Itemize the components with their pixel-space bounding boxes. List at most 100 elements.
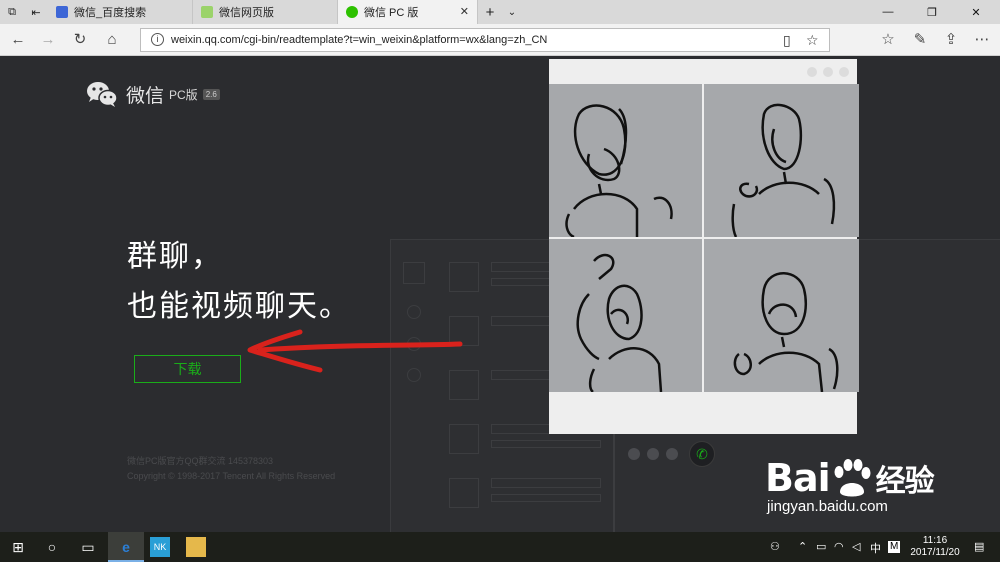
mannequin-sketch	[731, 103, 836, 238]
back-arrow-icon[interactable]: ←	[8, 30, 28, 50]
tab-baidu-search[interactable]: 微信_百度搜索	[48, 0, 193, 24]
address-toolbar: ← → ↻ ⌂ i weixin.qq.com/cgi-bin/readtemp…	[0, 24, 1000, 56]
tab-wechat-pc[interactable]: 微信 PC 版 ✕	[338, 0, 478, 24]
window-dot[interactable]	[839, 67, 849, 77]
headline: 群聊， 也能视频聊天。	[127, 232, 351, 332]
phone-icon[interactable]: ✆	[689, 441, 715, 467]
ime-language-indicator[interactable]: 中	[870, 540, 881, 556]
tab-bar: ⧉ ⇤ 微信_百度搜索 微信网页版 微信 PC 版 ✕ + ⌄	[0, 0, 1000, 24]
headline-line-1: 群聊，	[127, 240, 223, 273]
web-note-icon[interactable]: ✎	[910, 30, 930, 50]
url-text: weixin.qq.com/cgi-bin/readtemplate?t=win…	[171, 34, 548, 46]
video-grid	[549, 84, 859, 393]
mockup-list-avatar	[449, 262, 479, 292]
call-control-dot[interactable]	[647, 448, 659, 460]
call-control-dot[interactable]	[628, 448, 640, 460]
mockup-list-line	[491, 440, 601, 448]
download-button[interactable]: 下载	[134, 355, 241, 383]
reading-view-icon[interactable]: ▯	[783, 32, 791, 49]
taskbar-clock[interactable]: 11:16 2017/11/20	[906, 535, 964, 559]
page-footer: 微信PC版官方QQ群交流 145378303 Copyright © 1998-…	[127, 454, 335, 484]
app-nk-icon[interactable]: NK	[150, 537, 170, 557]
mockup-list-avatar	[449, 478, 479, 508]
favorites-hub-icon[interactable]: ☆	[878, 30, 898, 50]
tab-title: 微信网页版	[219, 7, 274, 19]
mannequin-sketch	[733, 272, 839, 393]
tab-wechat-web[interactable]: 微信网页版	[193, 0, 338, 24]
task-view-icon[interactable]: ▭	[78, 537, 98, 557]
wechat-web-favicon-icon	[201, 6, 213, 18]
new-tab-button[interactable]: +	[478, 0, 502, 24]
clock-date: 2017/11/20	[910, 547, 960, 558]
mockup-list-line	[491, 316, 551, 326]
mannequin-sketch	[565, 104, 673, 239]
page-content: 微信 PC版 2.6 群聊， 也能视频聊天。 下载 微信PC版官方QQ群交流 1…	[0, 56, 1000, 532]
edge-icon: e	[122, 539, 130, 555]
mockup-list-line	[491, 424, 551, 434]
people-icon[interactable]: ⚇	[770, 540, 780, 553]
notifications-icon[interactable]: ▤	[974, 540, 984, 553]
paw-icon	[834, 459, 871, 497]
mockup-icon	[407, 305, 421, 319]
cortana-icon[interactable]: ○	[42, 537, 62, 557]
watermark-domain: jingyan.baidu.com	[767, 498, 888, 515]
mockup-list-line	[491, 494, 601, 502]
clock-time: 11:16	[922, 535, 948, 546]
mockup-list-line	[491, 262, 551, 272]
window-dot[interactable]	[807, 67, 817, 77]
window-dot[interactable]	[823, 67, 833, 77]
volume-icon[interactable]: ◁	[852, 540, 860, 553]
logo-name: 微信	[126, 85, 165, 107]
call-controls: ✆	[628, 441, 715, 467]
tab-list-chevron-down-icon[interactable]: ⌄	[502, 0, 522, 24]
mannequin-sketch	[576, 253, 663, 393]
more-menu-icon[interactable]: ⋯	[972, 30, 992, 50]
video-participant-tile	[549, 84, 702, 239]
address-input[interactable]: i weixin.qq.com/cgi-bin/readtemplate?t=w…	[140, 28, 830, 52]
maximize-icon[interactable]: ❐	[910, 6, 954, 19]
baidu-favicon-icon	[56, 6, 68, 18]
wechat-favicon-icon	[346, 6, 358, 18]
mockup-list-avatar	[449, 424, 479, 454]
forward-arrow-icon[interactable]: →	[38, 30, 58, 50]
video-call-window	[549, 59, 859, 434]
baidu-brand-text: Bai	[765, 456, 831, 500]
set-aside-tabs-icon[interactable]: ⇤	[24, 0, 48, 24]
tab-preview-icon[interactable]: ⧉	[0, 0, 24, 24]
video-participant-tile	[704, 239, 859, 393]
mockup-list-line	[491, 370, 551, 380]
window-dots	[807, 67, 849, 77]
minimize-icon[interactable]: —	[866, 6, 910, 18]
windows-start-icon[interactable]: ⊞	[8, 537, 28, 557]
wechat-bubbles-icon	[87, 82, 118, 107]
baidu-logo: Bai 经验	[765, 456, 935, 500]
show-hidden-icons-chevron-icon[interactable]: ⌃	[798, 540, 807, 553]
ime-mode-indicator[interactable]: M	[888, 541, 901, 553]
red-arrow-annotation	[247, 329, 463, 373]
close-window-icon[interactable]: ✕	[954, 6, 998, 19]
home-icon[interactable]: ⌂	[102, 30, 122, 50]
wechat-logo: 微信 PC版 2.6	[86, 80, 220, 108]
windows-taskbar: ⊞ ○ ▭ e NK ⚇ ⌃ ▭ ◠ ◁ 中 M 11:16 2017/11/2…	[0, 532, 1000, 562]
copyright-text: Copyright © 1998-2017 Tencent All Rights…	[127, 471, 336, 481]
tab-title: 微信_百度搜索	[74, 7, 147, 19]
wifi-icon[interactable]: ◠	[834, 540, 844, 553]
mockup-list-line	[491, 478, 601, 488]
version-badge: 2.6	[202, 88, 220, 100]
jingyan-brand-text: 经验	[875, 464, 935, 499]
close-tab-icon[interactable]: ✕	[460, 5, 469, 18]
video-participant-tile	[704, 84, 859, 238]
refresh-icon[interactable]: ↻	[70, 30, 90, 50]
video-participant-tile	[549, 239, 702, 393]
battery-icon[interactable]: ▭	[816, 540, 826, 553]
favorite-star-icon[interactable]: ☆	[806, 32, 819, 49]
tab-title: 微信 PC 版	[364, 7, 419, 19]
share-icon[interactable]: ⇪	[941, 30, 961, 50]
qq-group-text: 微信PC版官方QQ群交流 145378303	[127, 456, 274, 466]
site-info-icon[interactable]: i	[151, 33, 164, 46]
call-control-dot[interactable]	[666, 448, 678, 460]
file-explorer-icon[interactable]	[186, 537, 206, 557]
mockup-avatar	[403, 262, 425, 284]
logo-pc-label: PC版	[169, 87, 198, 102]
window-controls: — ❐ ✕	[866, 0, 998, 24]
